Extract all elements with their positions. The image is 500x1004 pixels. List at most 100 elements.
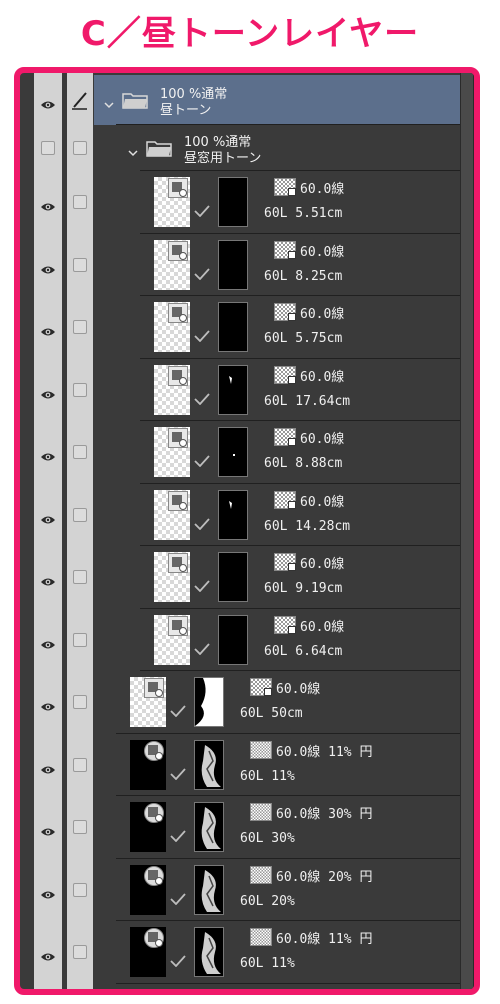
tone-settings-label: 60.0線 11% 円 bbox=[276, 744, 373, 760]
tone-pattern-icon bbox=[250, 803, 272, 822]
layer-row[interactable]: 60.0線 60L 50cm bbox=[20, 671, 460, 734]
edit-checkbox[interactable] bbox=[73, 507, 87, 522]
chevron-down-icon[interactable] bbox=[128, 143, 138, 157]
tone-pattern-icon bbox=[250, 928, 272, 947]
layer-thumbnail bbox=[130, 802, 166, 853]
check-icon bbox=[194, 202, 210, 218]
folder-row[interactable]: 100 %通常 昼トーン bbox=[20, 75, 460, 125]
eye-icon[interactable] bbox=[40, 947, 56, 961]
scrollbar-thumb[interactable] bbox=[461, 73, 473, 989]
layer-row[interactable]: 60.0線 60L 8.25cm bbox=[20, 234, 460, 296]
eye-icon[interactable] bbox=[40, 572, 56, 586]
check-icon bbox=[194, 390, 210, 406]
layer-panel: 100 %通常 昼トーン 100 %通常 昼窓用トーン 60.0線 60L 5.51cm 6… bbox=[14, 67, 480, 995]
edit-checkbox[interactable] bbox=[73, 141, 87, 155]
eye-icon[interactable] bbox=[40, 510, 56, 524]
layer-mask-thumbnail bbox=[218, 489, 248, 540]
eye-icon[interactable] bbox=[40, 635, 56, 649]
layer-row[interactable]: 60.0線 60L 17.64cm bbox=[20, 359, 460, 421]
eye-icon[interactable] bbox=[40, 822, 56, 836]
folder-name: 昼窓用トーン bbox=[184, 151, 262, 166]
layer-row[interactable]: 60.0線 60L 5.75cm bbox=[20, 296, 460, 359]
edit-checkbox[interactable] bbox=[73, 945, 87, 960]
layer-mask-thumbnail bbox=[218, 364, 248, 415]
layer-mask-thumbnail bbox=[218, 427, 248, 478]
pen-icon[interactable] bbox=[71, 90, 89, 110]
tone-layer-icon bbox=[168, 553, 188, 574]
tone-settings-label: 60.0線 bbox=[300, 557, 345, 573]
eye-icon[interactable] bbox=[40, 260, 56, 274]
tone-pattern-icon bbox=[274, 490, 296, 509]
eye-icon[interactable] bbox=[40, 885, 56, 899]
tone-layer-icon bbox=[168, 303, 188, 324]
check-icon bbox=[170, 827, 186, 843]
layer-thumbnail bbox=[154, 302, 190, 353]
edit-checkbox[interactable] bbox=[73, 632, 87, 647]
tone-settings-label: 60.0線 bbox=[276, 682, 321, 698]
check-icon bbox=[194, 577, 210, 593]
layer-row[interactable]: 60.0線 60L 14.28cm bbox=[20, 484, 460, 546]
folder-name: 昼トーン bbox=[160, 103, 212, 118]
chevron-down-icon[interactable] bbox=[104, 95, 114, 109]
layer-row[interactable]: 60.0線 60L 6.64cm bbox=[20, 609, 460, 671]
layer-thumbnail bbox=[154, 177, 190, 228]
layer-mask-thumbnail bbox=[194, 864, 224, 915]
layer-name: 60L 6.64cm bbox=[264, 643, 343, 659]
edit-checkbox[interactable] bbox=[73, 820, 87, 835]
scrollbar[interactable] bbox=[460, 73, 474, 989]
check-icon bbox=[170, 765, 186, 781]
tone-pattern-icon bbox=[250, 865, 272, 884]
layer-thumbnail bbox=[154, 614, 190, 665]
folder-row-highlight bbox=[94, 75, 460, 125]
eye-icon[interactable] bbox=[40, 322, 56, 336]
edit-checkbox[interactable] bbox=[73, 320, 87, 335]
edit-checkbox[interactable] bbox=[73, 382, 87, 397]
tone-layer-icon bbox=[144, 803, 164, 824]
edit-checkbox[interactable] bbox=[73, 570, 87, 585]
eye-icon[interactable] bbox=[40, 697, 56, 711]
edit-checkbox[interactable] bbox=[73, 695, 87, 710]
layer-row[interactable]: 60.0線 11% 円 60L 11% bbox=[20, 734, 460, 796]
check-icon bbox=[194, 640, 210, 656]
tone-settings-label: 60.0線 11% 円 bbox=[276, 932, 373, 948]
tone-settings-label: 60.0線 20% 円 bbox=[276, 869, 373, 885]
layer-row[interactable]: 60.0線 20% 円 60L 20% bbox=[20, 859, 460, 921]
edit-checkbox[interactable] bbox=[73, 882, 87, 897]
layer-name: 60L 5.75cm bbox=[264, 331, 343, 347]
folder-row[interactable]: 100 %通常 昼窓用トーン bbox=[20, 125, 460, 171]
layer-row[interactable]: 60.0線 30% 円 60L 30% bbox=[20, 796, 460, 859]
tone-pattern-icon bbox=[250, 678, 272, 697]
layer-row[interactable]: 60.0線 60L 8.88cm bbox=[20, 421, 460, 484]
row-divider bbox=[116, 982, 460, 984]
layer-row[interactable]: 60.0線 60L 5.51cm bbox=[20, 171, 460, 234]
layer-name: 60L 11% bbox=[240, 956, 295, 972]
check-icon bbox=[194, 515, 210, 531]
tone-settings-label: 60.0線 bbox=[300, 244, 345, 260]
layer-row[interactable]: 60.0線 11% 円 60L 11% bbox=[20, 921, 460, 984]
layer-thumbnail bbox=[154, 364, 190, 415]
check-icon bbox=[170, 890, 186, 906]
layer-thumbnail bbox=[154, 427, 190, 478]
visibility-checkbox[interactable] bbox=[41, 141, 55, 155]
edit-checkbox[interactable] bbox=[73, 757, 87, 772]
edit-checkbox[interactable] bbox=[73, 195, 87, 210]
eye-icon[interactable] bbox=[40, 385, 56, 399]
eye-icon[interactable] bbox=[40, 447, 56, 461]
layer-thumbnail bbox=[130, 677, 166, 728]
edit-checkbox[interactable] bbox=[73, 257, 87, 272]
edit-checkbox[interactable] bbox=[73, 445, 87, 460]
layer-mask-thumbnail bbox=[194, 739, 224, 790]
check-icon bbox=[194, 452, 210, 468]
layer-name: 60L 11% bbox=[240, 768, 295, 784]
layer-mask-thumbnail bbox=[218, 239, 248, 290]
eye-icon[interactable] bbox=[40, 197, 56, 211]
layer-name: 60L 14.28cm bbox=[264, 518, 351, 534]
tone-pattern-icon bbox=[274, 615, 296, 634]
tone-layer-icon bbox=[168, 490, 188, 511]
layer-name: 60L 9.19cm bbox=[264, 581, 343, 597]
eye-icon[interactable] bbox=[40, 760, 56, 774]
layer-thumbnail bbox=[130, 739, 166, 790]
tone-settings-label: 60.0線 bbox=[300, 432, 345, 448]
layer-row[interactable]: 60.0線 60L 9.19cm bbox=[20, 546, 460, 609]
eye-icon[interactable] bbox=[40, 95, 56, 109]
